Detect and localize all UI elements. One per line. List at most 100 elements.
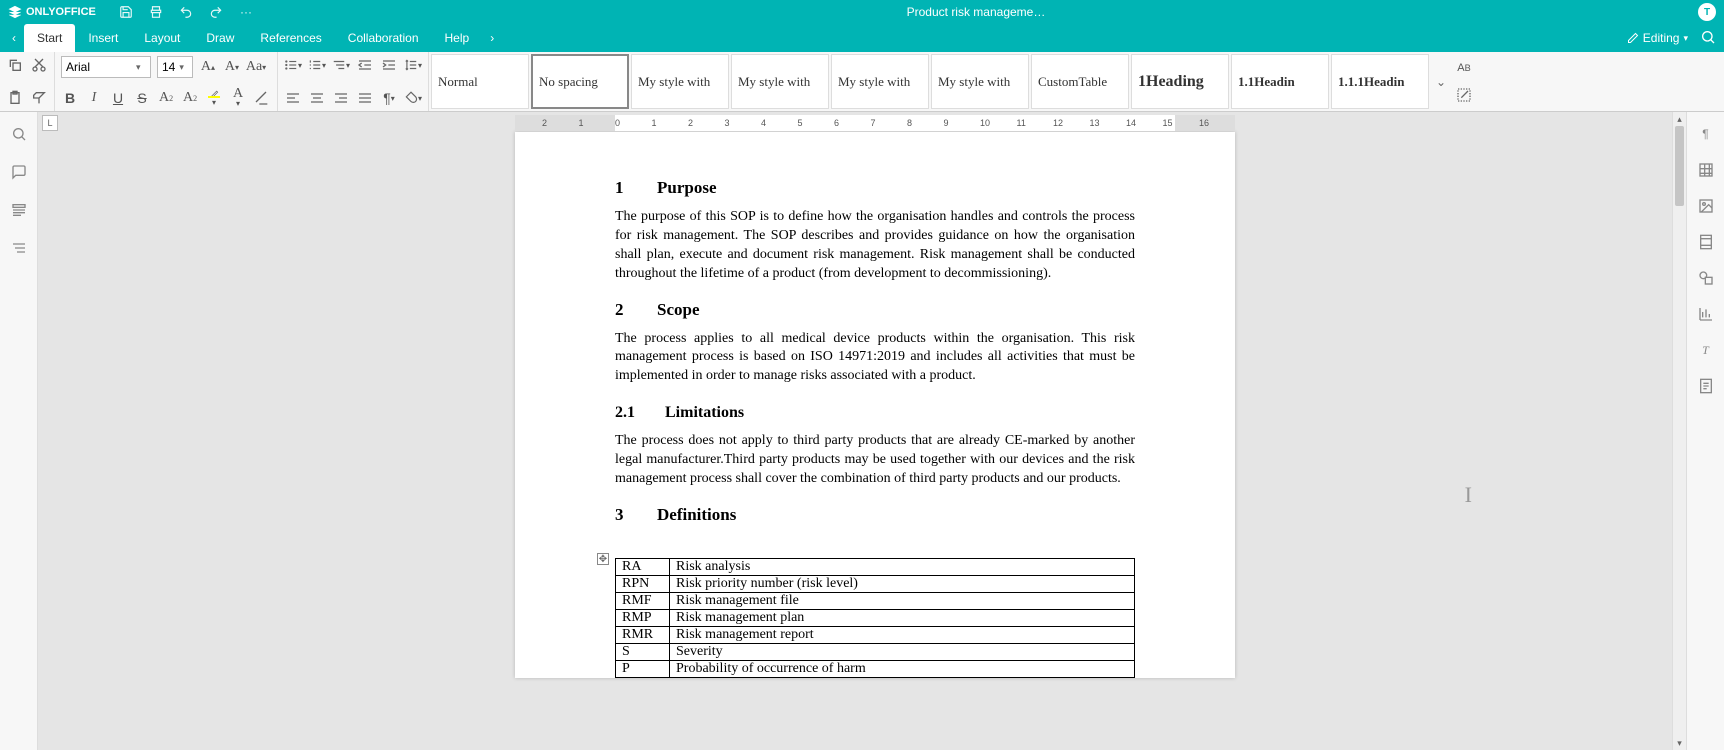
line-spacing-icon[interactable]: ▾ <box>404 56 422 74</box>
table-row[interactable]: RMFRisk management file <box>616 592 1135 609</box>
underline-icon[interactable]: U <box>109 89 127 107</box>
horizontal-ruler[interactable]: 2101234567891011121314151617 <box>515 115 1235 131</box>
tab-collaboration[interactable]: Collaboration <box>335 24 432 52</box>
avatar[interactable]: T <box>1698 3 1716 21</box>
grow-font-icon[interactable]: A▴ <box>199 58 217 76</box>
format-painter-icon[interactable] <box>30 89 48 107</box>
tabs-scroll-right-icon[interactable]: › <box>482 24 502 52</box>
bullet-list-icon[interactable]: ▾ <box>284 56 302 74</box>
styles-expand-icon[interactable]: ⌄ <box>1431 52 1451 111</box>
cut-icon[interactable] <box>30 56 48 74</box>
subscript-icon[interactable]: A2 <box>181 89 199 107</box>
paragraph-settings-icon[interactable]: ¶ <box>1696 124 1716 144</box>
superscript-icon[interactable]: A2 <box>157 89 175 107</box>
table-settings-icon[interactable] <box>1696 160 1716 180</box>
chevron-down-icon: ▾ <box>1683 33 1688 44</box>
table-row[interactable]: SSeverity <box>616 643 1135 660</box>
undo-icon[interactable] <box>178 4 194 20</box>
table-move-handle[interactable]: ✥ <box>597 553 609 565</box>
definitions-table[interactable]: RARisk analysisRPNRisk priority number (… <box>615 558 1135 678</box>
document-page[interactable]: 1PurposeThe purpose of this SOP is to de… <box>515 132 1235 678</box>
align-justify-icon[interactable] <box>356 89 374 107</box>
scroll-up-icon[interactable]: ▴ <box>1673 112 1686 126</box>
style-normal[interactable]: Normal <box>431 54 529 109</box>
align-center-icon[interactable] <box>308 89 326 107</box>
tab-start[interactable]: Start <box>24 24 75 52</box>
tab-references[interactable]: References <box>247 24 334 52</box>
vertical-scrollbar[interactable]: ▴ ▾ <box>1672 112 1686 750</box>
font-color-icon[interactable]: A▾ <box>229 89 247 107</box>
paragraph: The process applies to all medical devic… <box>615 330 1135 387</box>
increase-indent-icon[interactable] <box>380 56 398 74</box>
multilevel-list-icon[interactable]: ▾ <box>332 56 350 74</box>
tab-insert[interactable]: Insert <box>75 24 131 52</box>
paragraph: The purpose of this SOP is to define how… <box>615 208 1135 284</box>
form-settings-icon[interactable] <box>1696 376 1716 396</box>
scroll-thumb[interactable] <box>1675 126 1684 206</box>
style-1heading[interactable]: 1Heading <box>1131 54 1229 109</box>
align-left-icon[interactable] <box>284 89 302 107</box>
more-icon[interactable]: ··· <box>238 4 254 20</box>
scroll-down-icon[interactable]: ▾ <box>1673 736 1686 750</box>
paragraph-marks-icon[interactable]: ¶▾ <box>380 89 398 107</box>
onlyoffice-icon <box>8 5 22 19</box>
table-row[interactable]: RMRRisk management report <box>616 626 1135 643</box>
clear-format-icon[interactable] <box>253 89 271 107</box>
bold-icon[interactable]: B <box>61 89 79 107</box>
style-1-1-1headin[interactable]: 1.1.1Headin <box>1331 54 1429 109</box>
style-my-style-with[interactable]: My style with <box>831 54 929 109</box>
editing-mode-dropdown[interactable]: Editing ▾ <box>1627 31 1688 45</box>
print-icon[interactable] <box>148 4 164 20</box>
numbered-list-icon[interactable]: ▾ <box>308 56 326 74</box>
header-footer-icon[interactable] <box>1696 232 1716 252</box>
redo-icon[interactable] <box>208 4 224 20</box>
align-right-icon[interactable] <box>332 89 350 107</box>
style-my-style-with[interactable]: My style with <box>931 54 1029 109</box>
replace-icon[interactable]: AB <box>1455 59 1473 77</box>
headings-icon[interactable] <box>9 200 29 220</box>
shrink-font-icon[interactable]: A▾ <box>223 58 241 76</box>
style-my-style-with[interactable]: My style with <box>631 54 729 109</box>
editing-label: Editing <box>1643 31 1680 45</box>
change-case-icon[interactable]: Aa▾ <box>247 58 265 76</box>
chevron-down-icon: ▾ <box>179 62 188 73</box>
font-size-combo[interactable]: 14▾ <box>157 56 193 78</box>
font-name-combo[interactable]: Arial▾ <box>61 56 151 78</box>
strikethrough-icon[interactable]: S <box>133 89 151 107</box>
table-row[interactable]: RMPRisk management plan <box>616 609 1135 626</box>
shading-icon[interactable]: ▾ <box>404 89 422 107</box>
decrease-indent-icon[interactable] <box>356 56 374 74</box>
tabs-scroll-left-icon[interactable]: ‹ <box>4 24 24 52</box>
save-icon[interactable] <box>118 4 134 20</box>
style-no-spacing[interactable]: No spacing <box>531 54 629 109</box>
tab-help[interactable]: Help <box>432 24 483 52</box>
workarea: L 2101234567891011121314151617 1PurposeT… <box>0 112 1724 750</box>
find-icon[interactable] <box>9 124 29 144</box>
tab-layout[interactable]: Layout <box>131 24 193 52</box>
textart-settings-icon[interactable]: T <box>1696 340 1716 360</box>
outline-icon[interactable] <box>9 238 29 258</box>
highlight-icon[interactable]: ▾ <box>205 89 223 107</box>
font-group: Arial▾ 14▾ A▴ A▾ Aa▾ B I U S A2 A2 ▾ A▾ <box>55 52 278 111</box>
shape-settings-icon[interactable] <box>1696 268 1716 288</box>
search-icon[interactable] <box>1700 29 1716 48</box>
left-sidebar <box>0 112 38 750</box>
table-row[interactable]: PProbability of occurrence of harm <box>616 660 1135 677</box>
table-row[interactable]: RPNRisk priority number (risk level) <box>616 575 1135 592</box>
style-my-style-with[interactable]: My style with <box>731 54 829 109</box>
document-title: Product risk manageme… <box>254 5 1698 19</box>
copy-icon[interactable] <box>6 56 24 74</box>
tab-selector[interactable]: L <box>42 115 58 131</box>
paste-icon[interactable] <box>6 89 24 107</box>
chart-settings-icon[interactable] <box>1696 304 1716 324</box>
image-settings-icon[interactable] <box>1696 196 1716 216</box>
style-customtable[interactable]: CustomTable <box>1031 54 1129 109</box>
style-1-1headin[interactable]: 1.1Headin <box>1231 54 1329 109</box>
ruler-area: L 2101234567891011121314151617 <box>38 112 1672 132</box>
styles-gallery: NormalNo spacingMy style withMy style wi… <box>429 52 1431 111</box>
tab-draw[interactable]: Draw <box>193 24 247 52</box>
select-all-icon[interactable] <box>1455 86 1473 104</box>
italic-icon[interactable]: I <box>85 89 103 107</box>
comments-icon[interactable] <box>9 162 29 182</box>
table-row[interactable]: RARisk analysis <box>616 558 1135 575</box>
